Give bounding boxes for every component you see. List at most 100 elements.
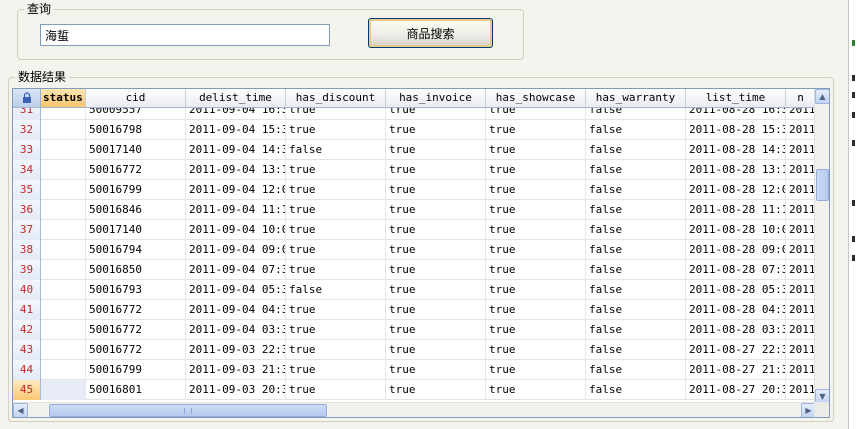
cell-truncated-column[interactable]: 2011: [786, 160, 816, 180]
cell-has-showcase[interactable]: true: [486, 300, 586, 320]
cell-status[interactable]: [41, 220, 86, 240]
cell-has-warranty[interactable]: false: [586, 360, 686, 380]
cell-has-warranty[interactable]: false: [586, 200, 686, 220]
cell-has-discount[interactable]: true: [286, 340, 386, 360]
cell-has-discount[interactable]: true: [286, 120, 386, 140]
lock-icon[interactable]: [13, 89, 41, 107]
cell-has-discount[interactable]: true: [286, 160, 386, 180]
row-number[interactable]: 32: [13, 120, 41, 140]
cell-has-showcase[interactable]: true: [486, 120, 586, 140]
column-header-list-time[interactable]: list_time: [686, 89, 786, 107]
cell-has-discount[interactable]: true: [286, 180, 386, 200]
column-header-has-showcase[interactable]: has_showcase: [486, 89, 586, 107]
cell-has-invoice[interactable]: true: [386, 320, 486, 340]
cell-has-discount[interactable]: false: [286, 280, 386, 300]
cell-has-invoice[interactable]: true: [386, 108, 486, 120]
cell-truncated-column[interactable]: 2011: [786, 260, 816, 280]
cell-list-time[interactable]: 2011-08-28 12:0: [686, 180, 786, 200]
cell-status[interactable]: [41, 180, 86, 200]
column-header-cid[interactable]: cid: [86, 89, 186, 107]
cell-has-invoice[interactable]: true: [386, 160, 486, 180]
cell-has-discount[interactable]: true: [286, 320, 386, 340]
table-row[interactable]: 43 50016772 2011-09-03 22:3 true true true fal…: [13, 340, 816, 360]
cell-truncated-column[interactable]: 2011: [786, 380, 816, 400]
cell-list-time[interactable]: 2011-08-28 14:3: [686, 140, 786, 160]
cell-truncated-column[interactable]: 2011: [786, 300, 816, 320]
cell-has-warranty[interactable]: false: [586, 180, 686, 200]
cell-has-invoice[interactable]: true: [386, 260, 486, 280]
cell-has-warranty[interactable]: false: [586, 160, 686, 180]
cell-status[interactable]: [41, 300, 86, 320]
cell-list-time[interactable]: 2011-08-28 05:3: [686, 280, 786, 300]
column-header-has-warranty[interactable]: has_warranty: [586, 89, 686, 107]
cell-has-showcase[interactable]: true: [486, 280, 586, 300]
table-row[interactable]: 44 50016799 2011-09-03 21:3 true true true fal…: [13, 360, 816, 380]
cell-has-warranty[interactable]: false: [586, 380, 686, 400]
cell-delist-time[interactable]: 2011-09-04 14:3: [186, 140, 286, 160]
cell-cid[interactable]: 50016772: [86, 160, 186, 180]
row-number[interactable]: 31: [13, 108, 41, 120]
cell-delist-time[interactable]: 2011-09-04 04:3: [186, 300, 286, 320]
cell-list-time[interactable]: 2011-08-28 10:0: [686, 220, 786, 240]
product-search-button[interactable]: 商品搜索: [368, 18, 493, 48]
row-number[interactable]: 43: [13, 340, 41, 360]
cell-status[interactable]: [41, 160, 86, 180]
cell-has-warranty[interactable]: false: [586, 260, 686, 280]
cell-list-time[interactable]: 2011-08-28 16:3: [686, 108, 786, 120]
cell-has-showcase[interactable]: true: [486, 320, 586, 340]
cell-list-time[interactable]: 2011-08-28 15:3: [686, 120, 786, 140]
cell-delist-time[interactable]: 2011-09-04 15:3: [186, 120, 286, 140]
cell-has-discount[interactable]: true: [286, 240, 386, 260]
row-number[interactable]: 33: [13, 140, 41, 160]
cell-has-warranty[interactable]: false: [586, 140, 686, 160]
cell-cid[interactable]: 50016793: [86, 280, 186, 300]
cell-cid[interactable]: 50016801: [86, 380, 186, 400]
row-number[interactable]: 41: [13, 300, 41, 320]
table-row[interactable]: 40 50016793 2011-09-04 05:3 false true true fa…: [13, 280, 816, 300]
cell-has-warranty[interactable]: false: [586, 280, 686, 300]
table-row[interactable]: 42 50016772 2011-09-04 03:3 true true true fal…: [13, 320, 816, 340]
cell-truncated-column[interactable]: 2011: [786, 180, 816, 200]
cell-has-showcase[interactable]: true: [486, 180, 586, 200]
cell-status[interactable]: [41, 340, 86, 360]
cell-has-invoice[interactable]: true: [386, 280, 486, 300]
cell-delist-time[interactable]: 2011-09-03 20:3: [186, 380, 286, 400]
cell-truncated-column[interactable]: 2011: [786, 220, 816, 240]
cell-has-warranty[interactable]: false: [586, 340, 686, 360]
cell-has-invoice[interactable]: true: [386, 300, 486, 320]
row-number[interactable]: 38: [13, 240, 41, 260]
cell-delist-time[interactable]: 2011-09-04 07:3: [186, 260, 286, 280]
cell-cid[interactable]: 50016799: [86, 180, 186, 200]
cell-cid[interactable]: 50016850: [86, 260, 186, 280]
row-number[interactable]: 44: [13, 360, 41, 380]
column-header-has-discount[interactable]: has_discount: [286, 89, 386, 107]
cell-has-discount[interactable]: true: [286, 200, 386, 220]
cell-list-time[interactable]: 2011-08-28 03:3: [686, 320, 786, 340]
cell-status[interactable]: [41, 320, 86, 340]
cell-has-invoice[interactable]: true: [386, 240, 486, 260]
cell-delist-time[interactable]: 2011-09-04 09:0: [186, 240, 286, 260]
cell-truncated-column[interactable]: 2011: [786, 140, 816, 160]
table-row[interactable]: 38 50016794 2011-09-04 09:0 true true true fal…: [13, 240, 816, 260]
cell-truncated-column[interactable]: 2011: [786, 340, 816, 360]
cell-delist-time[interactable]: 2011-09-03 22:3: [186, 340, 286, 360]
cell-delist-time[interactable]: 2011-09-04 11:1: [186, 200, 286, 220]
cell-cid[interactable]: 50017140: [86, 220, 186, 240]
chevron-up-icon[interactable]: ▲: [815, 89, 829, 104]
cell-has-warranty[interactable]: false: [586, 120, 686, 140]
cell-has-warranty[interactable]: false: [586, 220, 686, 240]
table-row[interactable]: 35 50016799 2011-09-04 12:0 true true true fal…: [13, 180, 816, 200]
cell-has-warranty[interactable]: false: [586, 240, 686, 260]
cell-cid[interactable]: 50016794: [86, 240, 186, 260]
cell-has-invoice[interactable]: true: [386, 140, 486, 160]
chevron-left-icon[interactable]: ◀: [13, 403, 28, 417]
table-row[interactable]: 33 50017140 2011-09-04 14:3 false true true fa…: [13, 140, 816, 160]
cell-list-time[interactable]: 2011-08-28 11:1: [686, 200, 786, 220]
cell-has-invoice[interactable]: true: [386, 200, 486, 220]
row-number[interactable]: 36: [13, 200, 41, 220]
cell-status[interactable]: [41, 200, 86, 220]
column-header-next[interactable]: n: [786, 89, 816, 107]
cell-cid[interactable]: 50017140: [86, 140, 186, 160]
cell-list-time[interactable]: 2011-08-28 09:0: [686, 240, 786, 260]
cell-delist-time[interactable]: 2011-09-04 03:3: [186, 320, 286, 340]
